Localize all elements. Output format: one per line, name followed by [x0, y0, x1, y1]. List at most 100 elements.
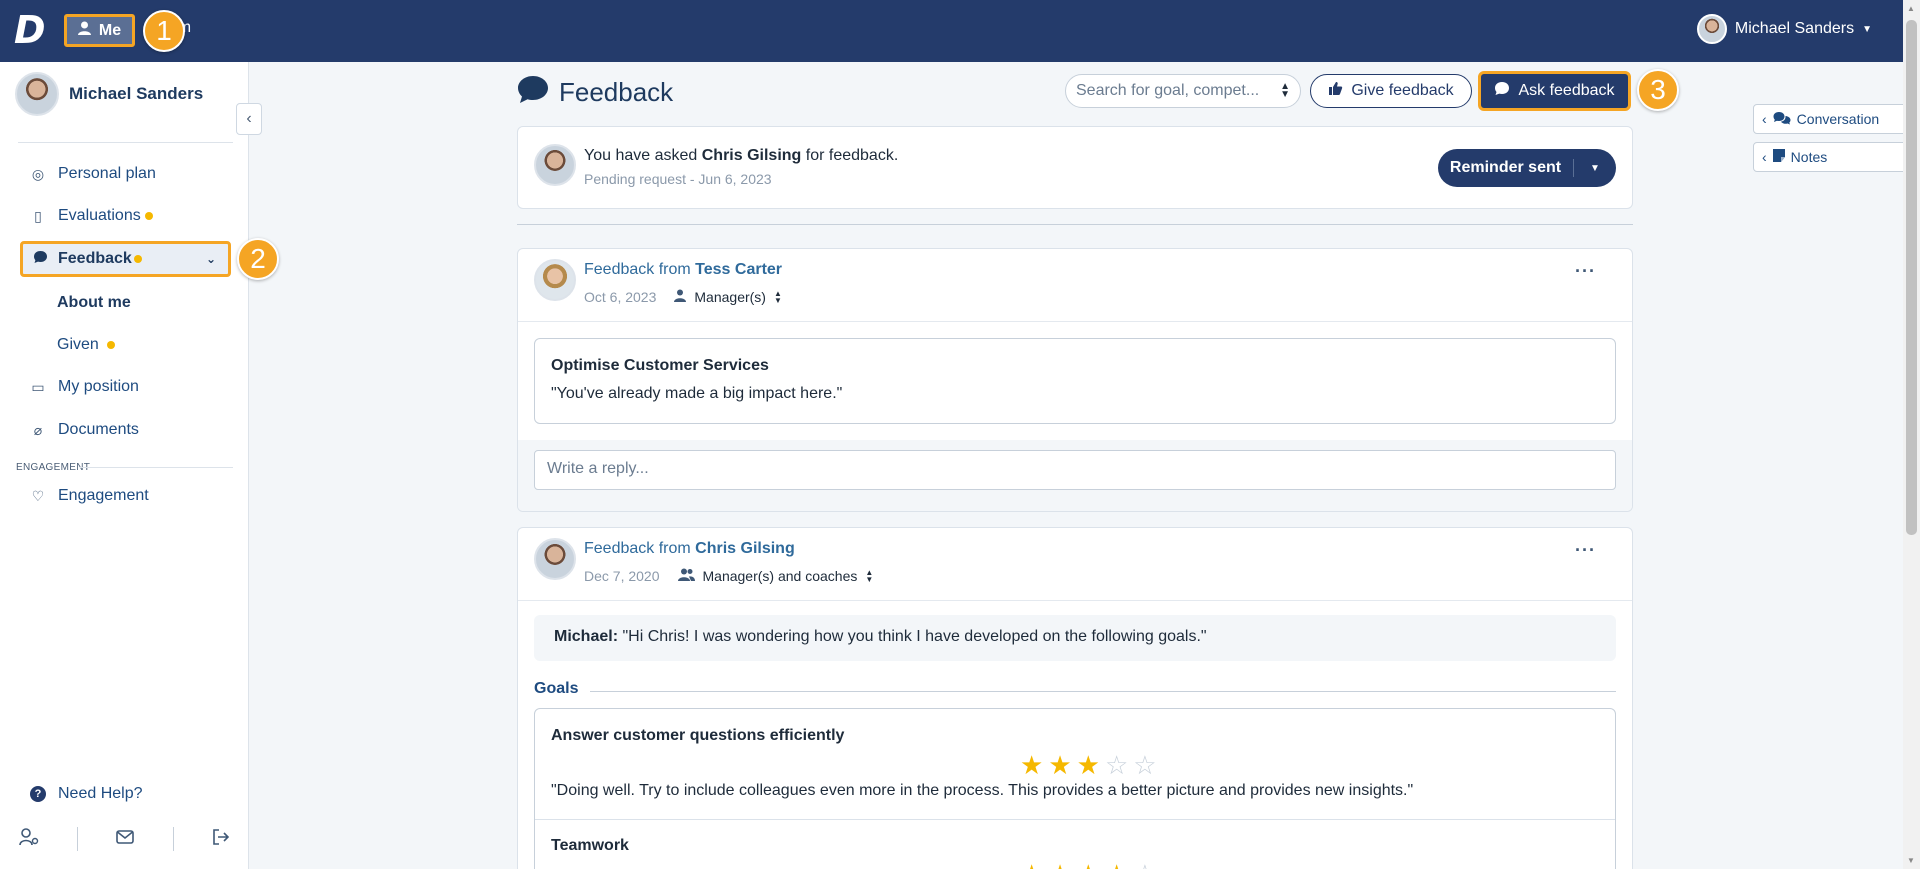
- sidebar-item-my-position[interactable]: ▭ My position: [30, 371, 139, 403]
- divider: [77, 827, 79, 851]
- sidebar-item-label: Engagement: [58, 487, 149, 504]
- goals-list: Answer customer questions efficiently ★ …: [534, 708, 1616, 869]
- sort-icon: ▲ ▼: [865, 568, 874, 584]
- divider: [517, 224, 1633, 225]
- star-rating: ★ ★ ★ ☆ ☆: [1020, 752, 1157, 778]
- page-scrollbar[interactable]: ▲ ▼: [1903, 0, 1920, 869]
- more-options-icon[interactable]: ···: [1575, 540, 1596, 561]
- goal-feedback-box: Optimise Customer Services "You've alrea…: [534, 338, 1616, 424]
- sidebar-item-label: Documents: [58, 421, 139, 438]
- feedback-from-label: Feedback from: [584, 261, 696, 278]
- sidebar-subitem-about-me[interactable]: About me: [57, 294, 131, 312]
- message-text: "Hi Chris! I was wondering how you think…: [618, 628, 1207, 645]
- section-label-engagement: ENGAGEMENT: [16, 462, 91, 473]
- star-icon: ★: [1077, 861, 1100, 869]
- feedback-from-label: Feedback from: [584, 540, 696, 557]
- need-help-link[interactable]: ? Need Help?: [30, 778, 143, 810]
- notification-dot: [133, 255, 142, 263]
- audience-select[interactable]: Manager(s) ▲ ▼: [674, 289, 782, 305]
- heart-pulse-icon: ♡: [31, 487, 45, 504]
- pending-request-card: You have asked Chris Gilsing for feedbac…: [517, 126, 1633, 209]
- notes-tab-label: Notes: [1790, 149, 1828, 165]
- audience-select[interactable]: Manager(s) and coaches ▲ ▼: [677, 568, 874, 584]
- avatar: [1696, 14, 1727, 44]
- sidebar-subitem-given[interactable]: Given: [57, 336, 116, 354]
- avatar: [15, 72, 59, 116]
- caret-down-icon: ▼: [1862, 23, 1872, 35]
- star-empty-icon: ☆: [1133, 750, 1157, 780]
- user-icon: [77, 21, 91, 40]
- goals-section-label: Goals: [534, 680, 579, 697]
- conversation-tab-label: Conversation: [1796, 111, 1880, 127]
- users-icon: [677, 568, 695, 584]
- user-menu[interactable]: Michael Sanders ▼: [1696, 14, 1872, 44]
- feedback-card: Feedback from Chris Gilsing Dec 7, 2020 …: [517, 527, 1633, 869]
- reminder-label: Reminder sent: [1438, 159, 1574, 177]
- audience-label: Manager(s) and coaches: [702, 568, 858, 584]
- request-status: Pending request - Jun 6, 2023: [584, 171, 772, 187]
- goal-title: Answer customer questions efficiently: [551, 727, 845, 744]
- step-marker-3: 3: [1637, 69, 1679, 111]
- request-person[interactable]: Chris Gilsing: [702, 147, 802, 164]
- sidebar-item-personal-plan[interactable]: ◎ Personal plan: [30, 158, 156, 190]
- mail-icon[interactable]: [116, 829, 135, 849]
- feedback-card: Feedback from Tess Carter Oct 6, 2023 Ma…: [517, 248, 1633, 512]
- feedback-meta: Dec 7, 2020 Manager(s) and coaches ▲ ▼: [584, 568, 873, 584]
- scrollbar-thumb[interactable]: [1906, 20, 1917, 535]
- star-rating: ★ ★ ★ ★ ☆: [1020, 861, 1157, 869]
- profile-name: Michael Sanders: [69, 84, 204, 103]
- feedback-date: Dec 7, 2020: [584, 568, 660, 584]
- reminder-button[interactable]: Reminder sent ▼: [1438, 149, 1616, 187]
- scroll-up-arrow-icon[interactable]: ▲: [1907, 4, 1915, 13]
- app-logo[interactable]: D: [14, 10, 48, 50]
- search-select[interactable]: Search for goal, compet... ▲ ▼: [1065, 74, 1301, 108]
- goal-item: Answer customer questions efficiently ★ …: [535, 709, 1615, 820]
- reply-input[interactable]: Write a reply...: [534, 450, 1616, 490]
- reply-area: Write a reply...: [518, 440, 1632, 511]
- goal-title: Optimise Customer Services: [551, 357, 769, 374]
- sidebar-item-label: Given: [57, 336, 99, 353]
- request-message: Michael: "Hi Chris! I was wondering how …: [534, 615, 1616, 661]
- sort-icon: ▲ ▼: [1280, 81, 1290, 100]
- star-icon: ★: [1105, 861, 1128, 869]
- user-settings-icon[interactable]: [19, 827, 39, 851]
- help-icon: ?: [30, 786, 46, 802]
- sort-icon: ▲ ▼: [773, 289, 782, 305]
- request-prefix: You have asked: [584, 147, 702, 164]
- notes-tab[interactable]: ‹ Notes: [1753, 142, 1913, 172]
- sidebar-item-label: My position: [58, 378, 139, 395]
- sidebar-item-feedback[interactable]: Feedback ⌄: [20, 241, 231, 277]
- sidebar-item-engagement[interactable]: ♡ Engagement: [30, 480, 149, 512]
- logout-icon[interactable]: [212, 828, 230, 850]
- avatar: [534, 259, 576, 301]
- scroll-down-arrow-icon[interactable]: ▼: [1907, 856, 1915, 865]
- divider: [518, 600, 1632, 601]
- divider: [80, 467, 233, 468]
- chat-bubble-icon: [1494, 81, 1510, 101]
- conversation-tab[interactable]: ‹ Conversation: [1753, 104, 1913, 134]
- sidebar-profile[interactable]: Michael Sanders: [15, 72, 203, 116]
- chevron-left-icon: ‹: [1762, 111, 1767, 127]
- caret-down-icon[interactable]: ▼: [1574, 163, 1616, 174]
- star-icon: ★: [1048, 750, 1072, 780]
- request-suffix: for feedback.: [801, 147, 899, 164]
- notification-dot: [107, 341, 116, 349]
- divider: [518, 321, 1632, 322]
- me-button[interactable]: Me: [64, 14, 135, 47]
- feedback-date: Oct 6, 2023: [584, 289, 657, 305]
- chevron-left-icon: ‹: [246, 110, 252, 127]
- sidebar-item-label: Evaluations: [58, 207, 141, 224]
- sidebar-item-evaluations[interactable]: ▯ Evaluations: [30, 200, 153, 232]
- feedback-author[interactable]: Tess Carter: [695, 261, 782, 278]
- sidebar-collapse-button[interactable]: ‹: [236, 103, 262, 135]
- star-icon: ★: [1020, 861, 1043, 869]
- sidebar-item-documents[interactable]: ⌀ Documents: [30, 414, 139, 446]
- feedback-author[interactable]: Chris Gilsing: [695, 540, 795, 557]
- chevron-down-icon[interactable]: ⌄: [206, 252, 216, 266]
- goal-quote: "Doing well. Try to include colleagues e…: [551, 782, 1414, 799]
- more-options-icon[interactable]: ···: [1575, 261, 1596, 282]
- goal-title: Teamwork: [551, 837, 629, 854]
- ask-feedback-button[interactable]: Ask feedback: [1478, 71, 1631, 111]
- give-feedback-button[interactable]: Give feedback: [1310, 74, 1472, 108]
- divider: [18, 142, 233, 143]
